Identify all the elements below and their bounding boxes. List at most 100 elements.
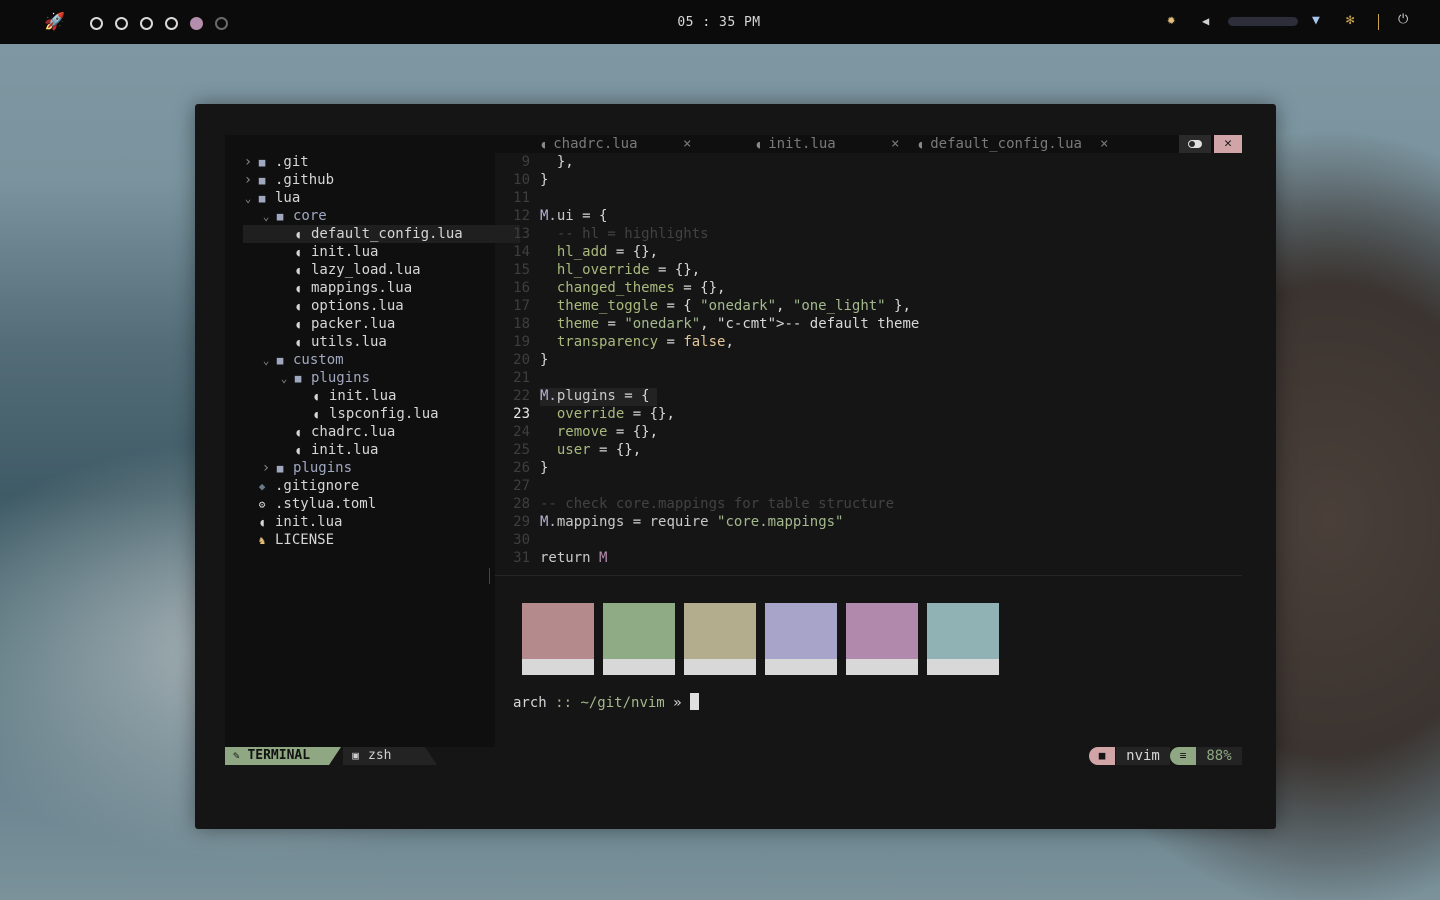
line-number: 16 [513,280,530,296]
code-line: }, [540,154,574,170]
code-line: return M [540,550,608,566]
tree-file[interactable]: ◖ init.lua [225,441,379,459]
split-handle[interactable] [489,568,490,584]
tree-file[interactable]: ◖ init.lua [225,243,379,261]
line-number: 10 [513,172,530,188]
volume-icon[interactable]: ◀ [1202,14,1209,28]
tree-file[interactable]: ◆ .gitignore [225,477,360,495]
shell-separator [425,747,437,765]
mode-separator [329,747,341,765]
lua-file-icon: ◖ [258,516,266,529]
workspace-2[interactable] [115,17,128,30]
tree-folder[interactable]: ⌄ ■ custom [225,351,344,369]
swatch-base [684,659,756,675]
close-icon[interactable]: × [1100,135,1108,153]
close-all-buffers-button[interactable]: ✕ [1214,135,1242,153]
folder-icon: ■ [258,174,266,187]
tree-folder[interactable]: ⌄ ■ plugins [225,369,370,387]
tab-1[interactable]: ◖ chadrc.lua [540,135,638,153]
lua-file-icon: ◖ [312,390,320,403]
tree-file[interactable]: ◖ mappings.lua [225,279,412,297]
settings-icon[interactable]: ✻ [1346,12,1354,28]
tree-item-label: lua [275,190,301,206]
tab-3[interactable]: ◖ default_config.lua [917,135,1082,153]
wifi-icon[interactable]: ▼ [1312,13,1320,28]
tree-file[interactable]: ⚙ .stylua.toml [225,495,376,513]
code-line: theme = "onedark", "c-cmt">-- default th… [556,316,920,332]
code-line: override = {}, [556,406,675,422]
chevron-down-icon: ⌄ [244,192,252,205]
git-icon: ◆ [258,480,266,493]
shell-icon: ▣ [352,749,359,762]
tree-file[interactable]: ◖ packer.lua [225,315,396,333]
tree-file[interactable]: ◖ utils.lua [225,333,387,351]
lua-file-icon: ◖ [294,264,302,277]
folder-icon: ■ [294,372,302,385]
line-number: 19 [513,334,530,350]
prompt-separator: :: [546,695,581,711]
volume-slider[interactable] [1228,17,1298,26]
swatch-base [765,659,837,675]
scroll-percent: 88% [1196,747,1242,765]
tree-file[interactable]: ◖ lazy_load.lua [225,261,421,279]
swatch-color [684,603,756,659]
mode-label: TERMINAL [247,748,311,763]
code-line: -- check core.mappings for table structu… [540,496,895,512]
tab-label: chadrc.lua [553,136,638,152]
tree-folder[interactable]: ⌄ ■ lua [225,189,301,207]
workspace-6[interactable] [215,17,228,30]
workspace-3[interactable] [140,17,153,30]
power-icon[interactable]: ⏻ [1398,12,1408,27]
tree-item-label: .gitignore [275,478,360,494]
tree-file[interactable]: ♞ LICENSE [225,531,334,549]
topbar-divider [1378,14,1379,30]
chevron-down-icon: ⌄ [262,354,270,367]
tree-item-label: lspconfig.lua [329,406,439,422]
tree-folder[interactable]: ⌄ ■ core [225,207,327,225]
line-number: 9 [521,154,530,170]
tree-file[interactable]: ◖ default_config.lua [243,225,520,243]
tree-item-label: plugins [311,370,371,386]
tab-label: init.lua [768,136,836,152]
tab-2[interactable]: ◖ init.lua [755,135,836,153]
line-number: 31 [513,550,530,566]
brightness-icon[interactable]: ✹ [1167,12,1175,28]
line-number: 12 [513,208,530,224]
code-line: M.mappings = require "core.mappings" [540,514,844,530]
line-number: 22 [513,388,530,404]
tree-folder[interactable]: › ■ .github [225,171,334,189]
lua-file-icon: ◖ [294,426,302,439]
line-number: 30 [513,532,530,548]
gear-icon: ⚙ [258,498,266,511]
lua-file-icon: ◖ [755,138,769,151]
color-swatch [927,603,999,675]
theme-toggle-button[interactable] [1179,135,1211,153]
rocket-icon[interactable]: 🚀 [44,12,65,32]
folder-icon: ■ [276,210,284,223]
tree-folder[interactable]: › ■ plugins [225,459,352,477]
tree-file[interactable]: ◖ init.lua [225,387,397,405]
code-line: remove = {}, [556,424,659,440]
close-icon[interactable]: × [683,135,691,153]
lua-file-icon: ◖ [917,138,931,151]
tree-item-label: custom [293,352,344,368]
color-swatch [846,603,918,675]
workspace-4[interactable] [165,17,178,30]
tree-file[interactable]: ◖ options.lua [225,297,404,315]
swatch-color [765,603,837,659]
tree-folder[interactable]: › ■ .git [225,153,309,171]
shell-prompt[interactable]: arch :: ~/git/nvim » [513,693,700,711]
top-bar: 🚀 05 : 35 PM ✹ ◀ ▼ ✻ ⏻ [0,0,1440,44]
code-line: } [540,352,549,368]
tree-file[interactable]: ◖ lspconfig.lua [225,405,439,423]
code-line: M.ui = { [540,208,608,224]
line-number: 26 [513,460,530,476]
chevron-down-icon: ⌄ [280,372,288,385]
workspace-5[interactable] [190,17,203,30]
close-icon[interactable]: × [891,135,899,153]
lua-file-icon: ◖ [294,282,302,295]
tree-file[interactable]: ◖ init.lua [225,513,343,531]
tree-file[interactable]: ◖ chadrc.lua [225,423,396,441]
tree-item-label: utils.lua [311,334,387,350]
workspace-1[interactable] [90,17,103,30]
